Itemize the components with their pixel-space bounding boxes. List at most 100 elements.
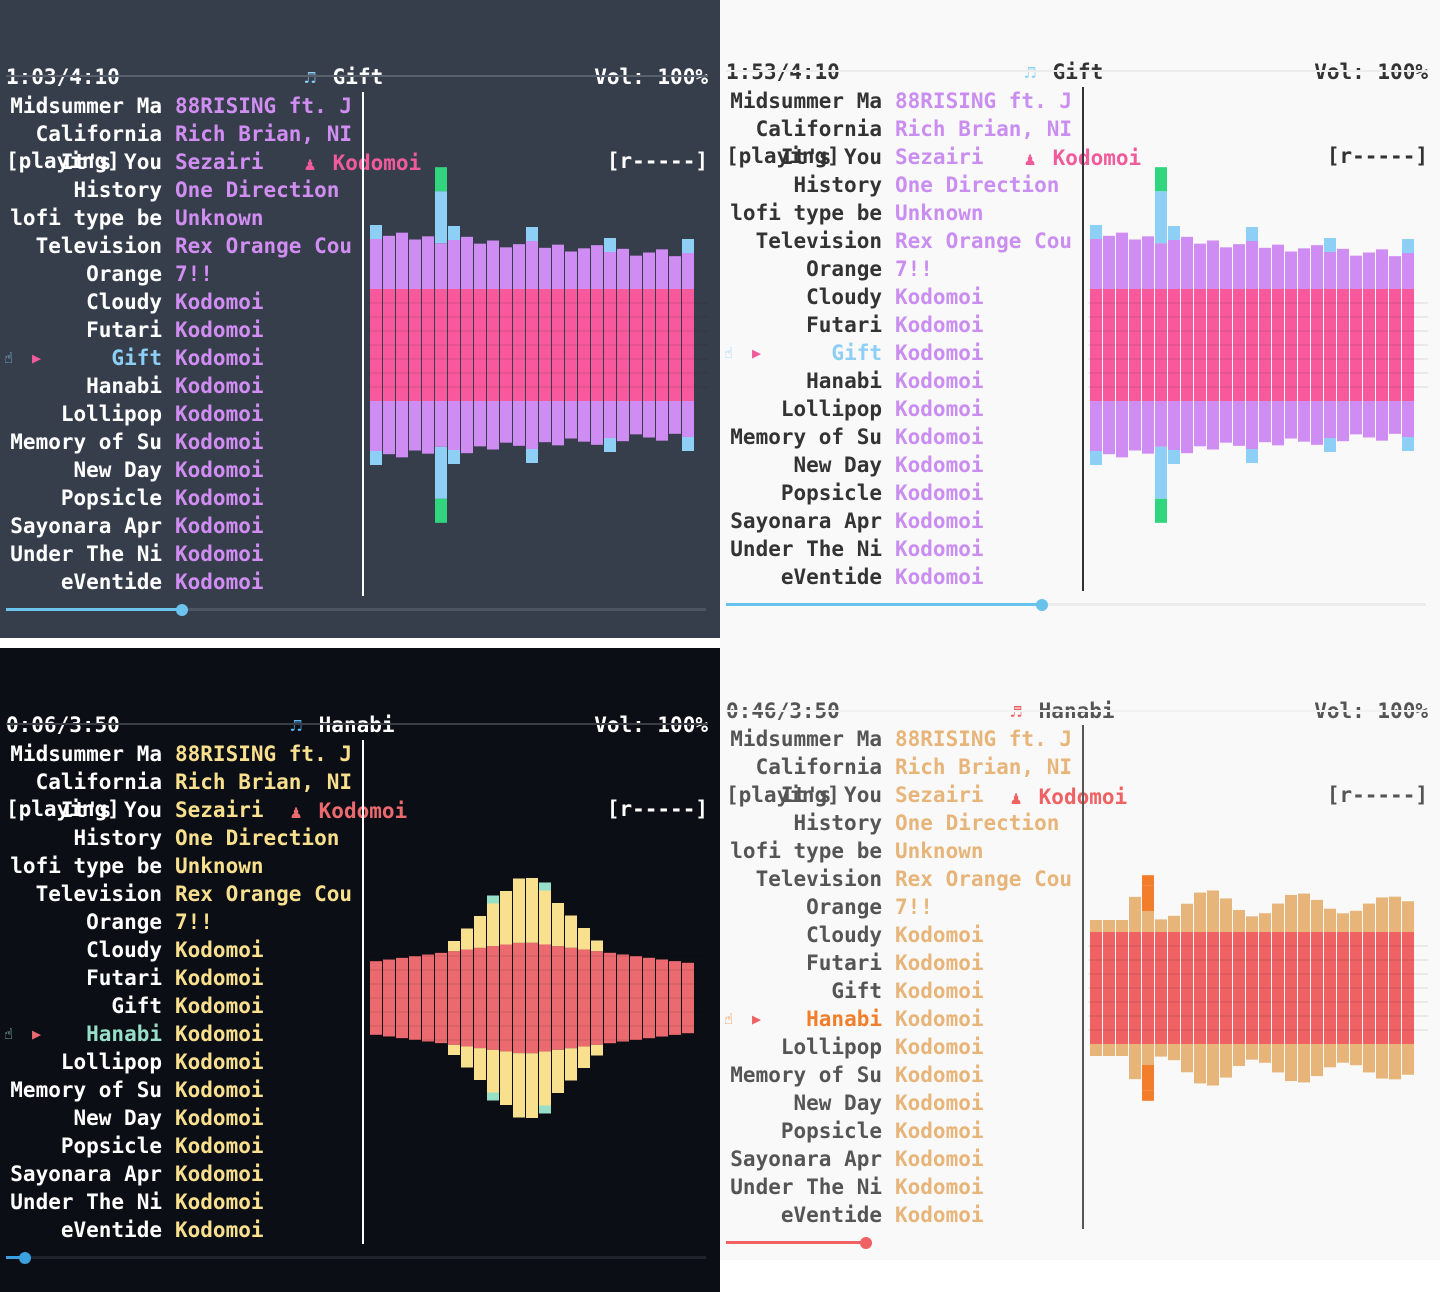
progress-track[interactable]: [6, 1256, 706, 1259]
visualizer-mid-bar: [1389, 401, 1401, 434]
visualizer-outer-bar: [1142, 1064, 1154, 1091]
visualizer-mid-bar: [474, 1048, 486, 1080]
visualizer-mid-bar: [1376, 1044, 1388, 1079]
track-title: Midsummer Ma: [730, 727, 882, 751]
visualizer-mid-bar: [1194, 243, 1206, 289]
track-title: Midsummer Ma: [10, 742, 162, 766]
track-title: Lollipop: [60, 402, 162, 426]
track-artist: Kodomoi: [895, 341, 984, 365]
track-artist: Unknown: [175, 206, 264, 230]
track-artist: 88RISING ft. J: [895, 89, 1073, 113]
track-title: Hanabi: [86, 1022, 162, 1046]
progress-knob[interactable]: [176, 604, 188, 616]
track-artist: 7!!: [895, 895, 933, 919]
visualizer-mid-bar: [591, 1044, 603, 1056]
audio-visualizer: [1088, 167, 1428, 523]
visualizer-mid-bar: [1129, 401, 1141, 451]
visualizer-mid-bar: [1116, 401, 1128, 458]
track-title: Hanabi: [806, 1007, 882, 1031]
visualizer-mid-bar: [1350, 910, 1362, 932]
track-title: Cloudy: [806, 923, 882, 947]
track-title: Gift: [831, 979, 882, 1003]
visualizer-outer-bar: [1246, 227, 1258, 241]
volume-display[interactable]: Vol: 100%: [594, 711, 708, 739]
track-artist: Rex Orange Cou: [175, 882, 353, 906]
visualizer-mid-bar: [539, 401, 551, 443]
visualizer-peak-bar: [435, 167, 447, 192]
track-artist: 7!!: [175, 910, 213, 934]
track-title: Sayonara Apr: [10, 1162, 162, 1186]
track-artist: Kodomoi: [175, 966, 264, 990]
visualizer-mid-bar: [682, 253, 694, 289]
visualizer-mid-bar: [1233, 401, 1245, 446]
repeat-mode[interactable]: [r-----]: [594, 795, 708, 823]
repeat-mode[interactable]: [r-----]: [1314, 781, 1428, 809]
visualizer-mid-bar: [396, 232, 408, 289]
progress-knob[interactable]: [19, 1252, 31, 1264]
track-title: Hanabi: [86, 374, 162, 398]
visualizer-mid-bar: [1207, 1044, 1219, 1086]
track-title: Cloudy: [806, 285, 882, 309]
track-artist: Kodomoi: [895, 369, 984, 393]
visualizer-mid-bar: [1272, 244, 1284, 289]
visualizer-outer-bar: [448, 450, 460, 464]
visualizer-mid-bar: [1402, 401, 1414, 437]
visualizer-mid-bar: [487, 903, 499, 947]
visualizer-mid-bar: [630, 255, 642, 289]
visualizer-mid-bar: [669, 401, 681, 434]
visualizer-mid-bar: [1142, 236, 1154, 289]
track-title: Orange: [806, 257, 882, 281]
visualizer-outer-bar: [604, 238, 616, 252]
visualizer-mid-bar: [1363, 1044, 1375, 1073]
track-title: Popsicle: [780, 1119, 882, 1143]
now-playing-title: Gift: [332, 65, 384, 89]
visualizer-mid-bar: [383, 235, 395, 289]
visualizer-mid-bar: [1389, 1044, 1401, 1080]
track-title: Popsicle: [60, 1134, 162, 1158]
visualizer-mid-bar: [448, 401, 460, 450]
track-title: History: [793, 811, 882, 835]
visualizer-mid-bar: [435, 401, 447, 447]
visualizer-mid-bar: [1259, 913, 1271, 932]
volume-display[interactable]: Vol: 100%: [594, 63, 708, 91]
volume-display[interactable]: Vol: 100%: [1314, 58, 1428, 86]
track-artist: Rex Orange Cou: [895, 229, 1073, 253]
visualizer-outer-bar: [526, 449, 538, 463]
audio-visualizer: [368, 878, 708, 1118]
visualizer-mid-bar: [1129, 239, 1141, 289]
visualizer-mid-bar: [1363, 401, 1375, 438]
visualizer-mid-bar: [1155, 1044, 1167, 1057]
track-artist: Rich Brian, NI: [175, 122, 353, 146]
visualizer-mid-bar: [526, 878, 538, 943]
visualizer-mid-bar: [656, 401, 668, 441]
track-artist: Kodomoi: [175, 1078, 264, 1102]
track-artist: Kodomoi: [895, 397, 984, 421]
track-artist: One Direction: [895, 811, 1060, 835]
visualizer-mid-bar: [1246, 1044, 1258, 1060]
progress-knob[interactable]: [1036, 599, 1048, 611]
track-artist: Kodomoi: [175, 346, 264, 370]
now-playing-title: Hanabi: [318, 713, 395, 737]
visualizer-mid-bar: [1103, 235, 1115, 289]
track-title: Television: [35, 882, 162, 906]
visualizer-mid-bar: [448, 941, 460, 952]
track-artist: Kodomoi: [895, 509, 984, 533]
visualizer-mid-bar: [643, 252, 655, 289]
visualizer-mid-bar: [1246, 916, 1258, 932]
visualizer-mid-bar: [1129, 1044, 1141, 1080]
track-title: Sayonara Apr: [730, 509, 882, 533]
progress-knob[interactable]: [860, 1237, 872, 1249]
visualizer-outer-bar: [487, 1092, 499, 1101]
visualizer-mid-bar: [1181, 903, 1193, 932]
visualizer-mid-bar: [487, 401, 499, 450]
visualizer-outer-bar: [1324, 238, 1336, 252]
list-divider: [362, 740, 364, 1244]
visualizer-peak-bar: [1142, 875, 1154, 886]
track-artist: Kodomoi: [895, 565, 984, 589]
track-artist: Kodomoi: [895, 1119, 984, 1143]
visualizer-mid-bar: [396, 401, 408, 458]
visualizer-mid-bar: [474, 243, 486, 289]
track-artist: Kodomoi: [895, 979, 984, 1003]
header-divider: [6, 723, 708, 725]
visualizer-mid-bar: [1129, 896, 1141, 932]
